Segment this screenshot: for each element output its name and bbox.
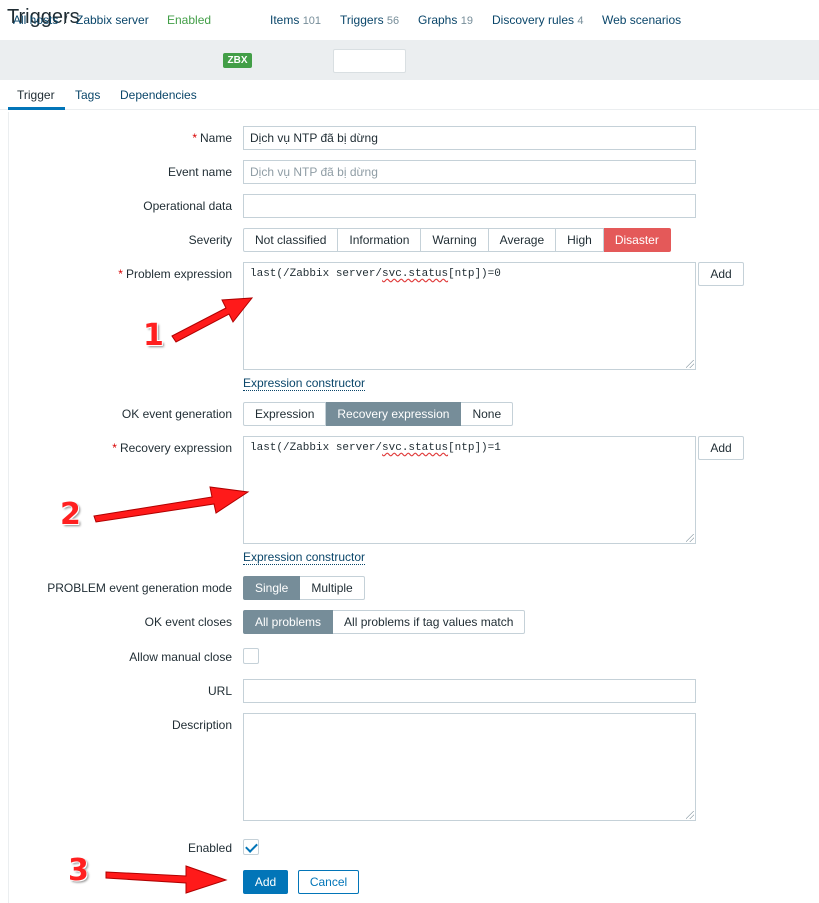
triggers-label: Triggers: [340, 13, 384, 27]
annotation-number-3: 3: [68, 853, 89, 888]
active-nav-tab-box: [333, 49, 406, 73]
severity-high[interactable]: High: [556, 228, 604, 252]
operational-data-label: Operational data: [143, 199, 232, 213]
enabled-label: Enabled: [187, 841, 232, 855]
problem-expression-textarea[interactable]: last(/Zabbix server/svc.status[ntp])=0: [243, 262, 696, 370]
required-marker: *: [118, 267, 123, 281]
items-link[interactable]: Items 101: [270, 13, 321, 27]
severity-label: Severity: [188, 233, 232, 247]
name-label-text: Name: [199, 131, 232, 145]
url-input[interactable]: [243, 679, 696, 703]
ok-closes-tag-match[interactable]: All problems if tag values match: [333, 610, 526, 634]
severity-selector: Not classified Information Warning Avera…: [243, 228, 671, 252]
problem-mode-multiple[interactable]: Multiple: [300, 576, 365, 600]
resize-grip-icon[interactable]: [686, 811, 694, 819]
all-hosts-link[interactable]: All hosts: [13, 13, 58, 27]
recovery-expression-textarea[interactable]: last(/Zabbix server/svc.status[ntp])=1: [243, 436, 696, 544]
recovery-expression-function: svc.status: [382, 442, 449, 454]
host-status-enabled[interactable]: Enabled: [167, 13, 211, 27]
ok-event-generation-selector: Expression Recovery expression None: [243, 402, 514, 426]
ok-event-closes-label: OK event closes: [144, 615, 232, 629]
problem-mode-single[interactable]: Single: [243, 576, 301, 600]
severity-average[interactable]: Average: [488, 228, 557, 252]
ok-closes-all-problems[interactable]: All problems: [243, 610, 334, 634]
severity-information[interactable]: Information: [338, 228, 422, 252]
graphs-count: 19: [460, 15, 473, 27]
required-marker: *: [192, 131, 197, 145]
tab-tags[interactable]: Tags: [75, 88, 100, 102]
discovery-label: Discovery rules: [492, 13, 575, 27]
zbx-availability-badge: ZBX: [223, 53, 252, 68]
ok-event-generation-label: OK event generation: [121, 407, 232, 421]
recovery-expression-suffix: [ntp])=1: [448, 442, 501, 454]
event-name-input[interactable]: Dịch vụ NTP đã bị dừng: [243, 160, 696, 184]
severity-not-classified[interactable]: Not classified: [243, 228, 339, 252]
enabled-checkbox[interactable]: [243, 839, 259, 855]
cancel-button[interactable]: Cancel: [298, 870, 359, 894]
name-input[interactable]: Dịch vụ NTP đã bị dừng: [243, 126, 696, 150]
items-count: 101: [302, 15, 322, 27]
ok-event-closes-selector: All problems All problems if tag values …: [243, 610, 526, 634]
triggers-link[interactable]: Triggers 56: [340, 13, 399, 27]
problem-mode-selector: Single Multiple: [243, 576, 365, 600]
problem-expression-suffix: [ntp])=0: [448, 268, 501, 280]
annotation-number-1: 1: [143, 318, 164, 353]
resize-grip-icon[interactable]: [686, 360, 694, 368]
event-name-label: Event name: [167, 165, 232, 179]
ok-gen-expression[interactable]: Expression: [243, 402, 327, 426]
triggers-count: 56: [386, 15, 400, 27]
ok-gen-recovery-expression[interactable]: Recovery expression: [326, 402, 462, 426]
tab-dependencies[interactable]: Dependencies: [120, 88, 197, 102]
tab-trigger[interactable]: Trigger: [17, 88, 55, 102]
problem-expression-constructor-link[interactable]: Expression constructor: [243, 376, 366, 391]
host-link[interactable]: Zabbix server: [76, 13, 149, 27]
problem-expression-label: * Problem expression: [118, 267, 232, 281]
operational-data-input[interactable]: [243, 194, 696, 218]
breadcrumb-separator: /: [64, 13, 68, 27]
problem-expression-function: svc.status: [382, 268, 449, 280]
allow-manual-close-checkbox[interactable]: [243, 648, 259, 664]
ok-gen-none[interactable]: None: [461, 402, 514, 426]
problem-expression-label-text: Problem expression: [125, 267, 232, 281]
discovery-rules-link[interactable]: Discovery rules 4: [492, 13, 584, 27]
severity-warning[interactable]: Warning: [421, 228, 489, 252]
active-tab-indicator: [8, 107, 65, 110]
recovery-expression-add-button[interactable]: Add: [698, 436, 744, 460]
resize-grip-icon[interactable]: [686, 534, 694, 542]
problem-expression-add-button[interactable]: Add: [698, 262, 744, 286]
required-marker: *: [112, 441, 117, 455]
add-button[interactable]: Add: [243, 870, 288, 894]
recovery-expression-constructor-link[interactable]: Expression constructor: [243, 550, 366, 565]
problem-mode-label: PROBLEM event generation mode: [47, 581, 232, 595]
host-navigation: [0, 40, 819, 80]
graphs-link[interactable]: Graphs 19: [418, 13, 473, 27]
description-textarea[interactable]: [243, 713, 696, 821]
name-label: * Name: [192, 131, 232, 145]
problem-expression-prefix: last(/Zabbix server/: [250, 268, 383, 280]
recovery-expression-label-text: Recovery expression: [119, 441, 232, 455]
recovery-expression-prefix: last(/Zabbix server/: [250, 442, 383, 454]
annotation-number-2: 2: [60, 497, 81, 532]
description-label: Description: [171, 718, 232, 732]
severity-disaster[interactable]: Disaster: [603, 228, 671, 252]
web-scenarios-link[interactable]: Web scenarios: [602, 13, 681, 27]
url-label: URL: [207, 684, 232, 698]
items-label: Items: [270, 13, 300, 27]
discovery-count: 4: [577, 15, 584, 27]
allow-manual-close-label: Allow manual close: [129, 650, 232, 664]
recovery-expression-label: * Recovery expression: [112, 441, 232, 455]
graphs-label: Graphs: [418, 13, 458, 27]
